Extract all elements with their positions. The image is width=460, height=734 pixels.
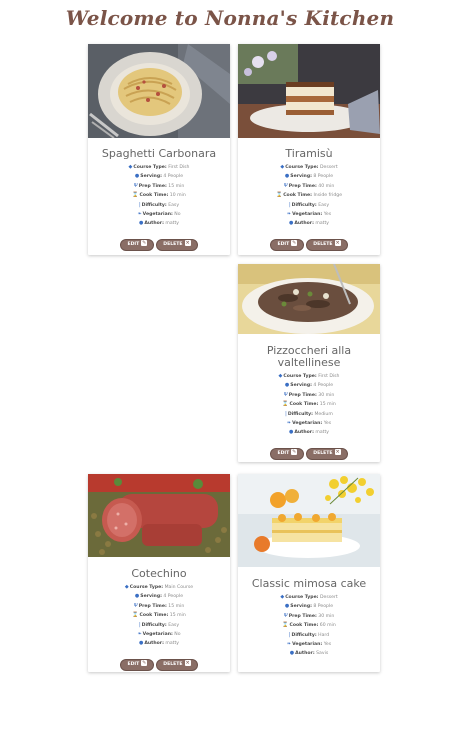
thermometer-icon: | (288, 201, 291, 208)
recipe-title: Tiramisù (285, 147, 333, 160)
recipe-details: ◆Course Type: Dessert ●Serving: 8 People… (280, 594, 338, 657)
utensils-icon: Ψ (283, 182, 288, 189)
leaf-icon: ❧ (137, 211, 142, 218)
recipe-title: Classic mimosa cake (251, 577, 367, 590)
recipe-image-mimosa-cake (238, 474, 380, 567)
user-icon: ● (289, 650, 295, 657)
thermometer-icon: | (288, 631, 291, 638)
recipe-details: ◆Course Type: Dessert ●Serving: 8 People… (275, 164, 343, 227)
recipe-details: ◆Course Type: First Dish ●Serving: 4 Peo… (128, 164, 190, 227)
edit-button[interactable]: EDIT ✎ (120, 238, 155, 251)
hourglass-icon: ⌛ (282, 622, 289, 629)
delete-button[interactable]: DELETE × (156, 658, 198, 671)
utensils-icon: Ψ (283, 391, 288, 398)
recipe-title: Spaghetti Carbonara (101, 147, 217, 160)
recipe-card: Spaghetti Carbonara ◆Course Type: First … (88, 44, 230, 255)
hourglass-icon: ⌛ (132, 192, 139, 199)
page-title: Welcome to Nonna's Kitchen (65, 6, 395, 30)
delete-button[interactable]: DELETE × (306, 238, 348, 251)
recipe-image-tiramisu (238, 44, 380, 138)
users-icon: ● (284, 382, 290, 389)
users-icon: ● (284, 603, 290, 610)
recipe-card: Tiramisù ◆Course Type: Dessert ●Serving:… (238, 44, 380, 255)
user-icon: ● (138, 220, 144, 227)
hourglass-icon: ⌛ (132, 612, 139, 619)
edit-icon: ✎ (141, 240, 148, 247)
delete-button[interactable]: DELETE × (306, 447, 348, 460)
recipe-image-cotechino (88, 474, 230, 557)
utensils-icon: Ψ (133, 182, 138, 189)
leaf-icon: ❧ (286, 420, 292, 427)
leaf-icon: ❧ (286, 211, 292, 218)
recipe-details: ◆Course Type: Main Course ●Serving: 4 Pe… (124, 584, 194, 647)
recipe-card: Classic mimosa cake ◆Course Type: Desser… (238, 474, 380, 672)
user-icon: ● (288, 220, 294, 227)
edit-icon: ✎ (291, 449, 298, 456)
recipe-details: ◆Course Type: First Dish ●Serving: 4 Peo… (278, 373, 340, 436)
recipe-title: Pizzoccheri alla valtellinese (266, 344, 352, 369)
utensils-icon: Ψ (283, 612, 288, 619)
thermometer-icon: | (138, 621, 141, 628)
tag-icon: ◆ (124, 584, 129, 590)
edit-icon: ✎ (291, 240, 298, 247)
leaf-icon: ❧ (286, 641, 292, 648)
tag-icon: ◆ (128, 164, 133, 170)
recipe-card: Pizzoccheri alla valtellinese ◆Course Ty… (238, 264, 380, 462)
edit-icon: ✎ (141, 660, 148, 667)
users-icon: ● (134, 173, 140, 180)
recipe-image-carbonara (88, 44, 230, 138)
tag-icon: ◆ (280, 164, 285, 170)
thermometer-icon: | (138, 201, 141, 208)
tag-icon: ◆ (278, 373, 283, 379)
user-icon: ● (138, 640, 144, 647)
tag-icon: ◆ (280, 594, 285, 600)
edit-button[interactable]: EDIT ✎ (270, 447, 305, 460)
hourglass-icon: ⌛ (282, 401, 289, 408)
close-icon: × (334, 240, 341, 247)
hourglass-icon: ⌛ (275, 192, 283, 199)
user-icon: ● (288, 429, 294, 436)
close-icon: × (184, 660, 191, 667)
edit-button[interactable]: EDIT ✎ (270, 238, 305, 251)
recipe-title: Cotechino (131, 567, 187, 580)
users-icon: ● (284, 173, 290, 180)
delete-button[interactable]: DELETE × (156, 238, 198, 251)
close-icon: × (334, 449, 341, 456)
recipe-card: Cotechino ◆Course Type: Main Course ●Ser… (88, 474, 230, 672)
utensils-icon: Ψ (133, 602, 138, 609)
users-icon: ● (134, 593, 140, 600)
leaf-icon: ❧ (137, 631, 142, 638)
recipe-image-pizzoccheri (238, 264, 380, 334)
close-icon: × (184, 240, 191, 247)
thermometer-icon: | (285, 410, 287, 417)
edit-button[interactable]: EDIT ✎ (120, 658, 155, 671)
